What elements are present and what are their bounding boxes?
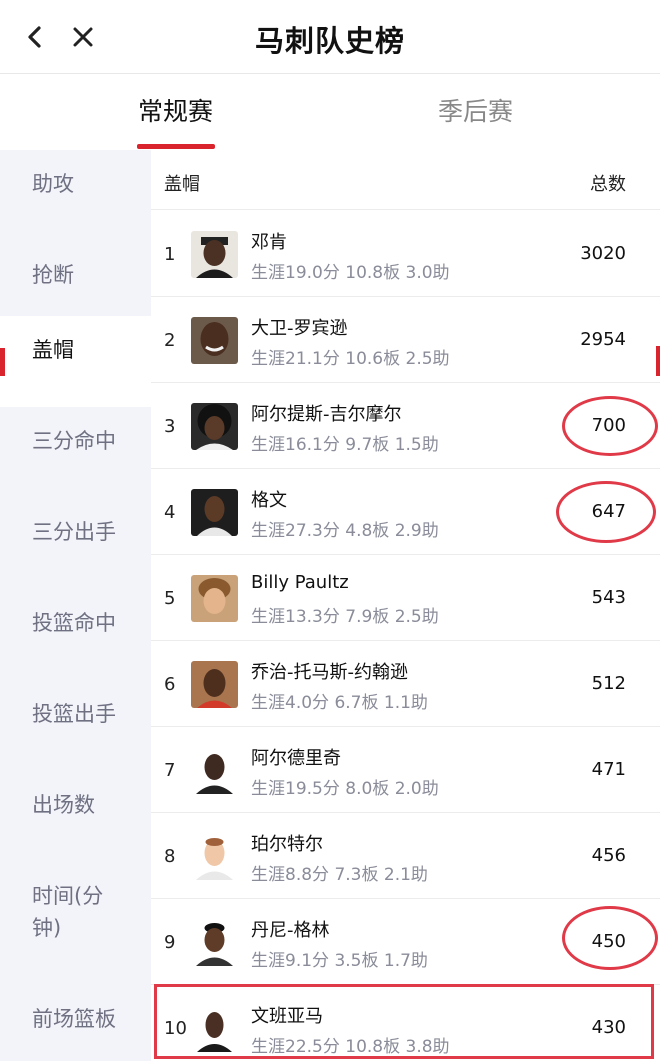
sidebar-item-label: 出场数 bbox=[32, 793, 95, 817]
column-header-category: 盖帽 bbox=[164, 174, 200, 195]
rank: 9 bbox=[164, 932, 176, 953]
rank: 4 bbox=[164, 502, 176, 523]
sidebar-item-label: 三分命中 bbox=[32, 429, 116, 453]
player-career-stats: 生涯19.0分 10.8板 3.0助 bbox=[251, 263, 450, 283]
sidebar-item-label: 前场篮板 bbox=[32, 1007, 116, 1031]
player-avatar bbox=[191, 833, 238, 880]
sidebar-item-label: 时间(分钟) bbox=[32, 884, 104, 940]
rank: 3 bbox=[164, 416, 176, 437]
block-total: 512 bbox=[591, 673, 626, 694]
player-career-stats: 生涯19.5分 8.0板 2.0助 bbox=[251, 779, 439, 799]
list-header: 盖帽 总数 bbox=[151, 150, 660, 210]
player-career-stats: 生涯4.0分 6.7板 1.1助 bbox=[251, 693, 428, 713]
block-total: 471 bbox=[591, 759, 626, 780]
block-total: 3020 bbox=[580, 243, 626, 264]
sidebar-item-label: 盖帽 bbox=[32, 338, 74, 362]
player-avatar bbox=[191, 575, 238, 622]
player-avatar bbox=[191, 919, 238, 966]
stat-category-sidebar: 助攻 抢断 盖帽 三分命中 三分出手 投篮命中 投篮出手 出场数 时间(分钟) … bbox=[0, 150, 151, 1061]
page-title: 马刺队史榜 bbox=[254, 24, 405, 58]
active-tab-indicator bbox=[137, 144, 215, 149]
rank: 1 bbox=[164, 244, 176, 265]
table-row[interactable]: 5 Billy Paultz 生涯13.3分 7.9板 2.5助 543 bbox=[151, 555, 660, 641]
player-career-stats: 生涯27.3分 4.8板 2.9助 bbox=[251, 521, 439, 541]
player-name: 大卫-罗宾逊 bbox=[251, 318, 348, 339]
sidebar-item-fga[interactable]: 投篮出手 bbox=[0, 680, 151, 771]
player-name: 邓肯 bbox=[251, 232, 287, 253]
player-name: 珀尔特尔 bbox=[251, 834, 323, 855]
player-avatar bbox=[191, 317, 238, 364]
player-name: 丹尼-格林 bbox=[251, 920, 330, 941]
sidebar-item-3pa[interactable]: 三分出手 bbox=[0, 498, 151, 589]
player-career-stats: 生涯9.1分 3.5板 1.7助 bbox=[251, 951, 428, 971]
rank: 2 bbox=[164, 330, 176, 351]
player-name: 阿尔德里奇 bbox=[251, 748, 341, 769]
sidebar-item-label: 三分出手 bbox=[32, 520, 116, 544]
sidebar-item-games[interactable]: 出场数 bbox=[0, 771, 151, 862]
sidebar-item-label: 抢断 bbox=[32, 263, 74, 287]
rank: 5 bbox=[164, 588, 176, 609]
column-header-total[interactable]: 总数 bbox=[590, 170, 626, 196]
sidebar-item-3pm[interactable]: 三分命中 bbox=[0, 407, 151, 498]
player-career-stats: 生涯21.1分 10.6板 2.5助 bbox=[251, 349, 450, 369]
annotation-circle-700 bbox=[562, 396, 658, 456]
season-tabs: 常规赛 季后赛 bbox=[0, 74, 660, 150]
sidebar-item-minutes[interactable]: 时间(分钟) bbox=[0, 862, 151, 972]
player-avatar bbox=[191, 661, 238, 708]
scroll-edge-marker bbox=[656, 346, 660, 376]
sidebar-item-blocks[interactable]: 盖帽 bbox=[0, 316, 151, 407]
rank: 8 bbox=[164, 846, 176, 867]
top-bar: 马刺队史榜 bbox=[0, 0, 660, 74]
player-avatar bbox=[191, 231, 238, 278]
active-marker bbox=[0, 348, 5, 376]
tab-playoffs[interactable]: 季后赛 bbox=[438, 92, 513, 128]
player-name: 阿尔提斯-吉尔摩尔 bbox=[251, 404, 402, 425]
player-career-stats: 生涯16.1分 9.7板 1.5助 bbox=[251, 435, 439, 455]
sidebar-item-label: 投篮出手 bbox=[32, 702, 116, 726]
player-avatar bbox=[191, 747, 238, 794]
table-row[interactable]: 2 大卫-罗宾逊 生涯21.1分 10.6板 2.5助 2954 bbox=[151, 297, 660, 383]
player-career-stats: 生涯8.8分 7.3板 2.1助 bbox=[251, 865, 428, 885]
tab-regular-season[interactable]: 常规赛 bbox=[138, 92, 213, 128]
table-row[interactable]: 6 乔治-托马斯-约翰逊 生涯4.0分 6.7板 1.1助 512 bbox=[151, 641, 660, 727]
table-row[interactable]: 7 阿尔德里奇 生涯19.5分 8.0板 2.0助 471 bbox=[151, 727, 660, 813]
block-total: 456 bbox=[591, 845, 626, 866]
annotation-circle-647 bbox=[556, 481, 656, 543]
player-avatar bbox=[191, 489, 238, 536]
block-total: 2954 bbox=[580, 329, 626, 350]
player-avatar bbox=[191, 403, 238, 450]
player-name: Billy Paultz bbox=[251, 572, 349, 593]
sidebar-item-label: 投篮命中 bbox=[32, 611, 116, 635]
sidebar-item-label: 助攻 bbox=[32, 172, 74, 196]
annotation-highlight-row-10 bbox=[154, 984, 654, 1059]
sidebar-item-assists[interactable]: 助攻 bbox=[0, 150, 151, 241]
sidebar-item-offensive-rebounds[interactable]: 前场篮板 bbox=[0, 985, 151, 1061]
player-name: 乔治-托马斯-约翰逊 bbox=[251, 662, 408, 683]
table-row[interactable]: 1 邓肯 生涯19.0分 10.8板 3.0助 3020 bbox=[151, 211, 660, 297]
player-career-stats: 生涯13.3分 7.9板 2.5助 bbox=[251, 607, 439, 627]
annotation-circle-450 bbox=[562, 906, 658, 970]
block-total: 543 bbox=[591, 587, 626, 608]
player-name: 格文 bbox=[251, 490, 287, 511]
rank: 6 bbox=[164, 674, 176, 695]
table-row[interactable]: 8 珀尔特尔 生涯8.8分 7.3板 2.1助 456 bbox=[151, 813, 660, 899]
sidebar-item-fgm[interactable]: 投篮命中 bbox=[0, 589, 151, 680]
rank: 7 bbox=[164, 760, 176, 781]
